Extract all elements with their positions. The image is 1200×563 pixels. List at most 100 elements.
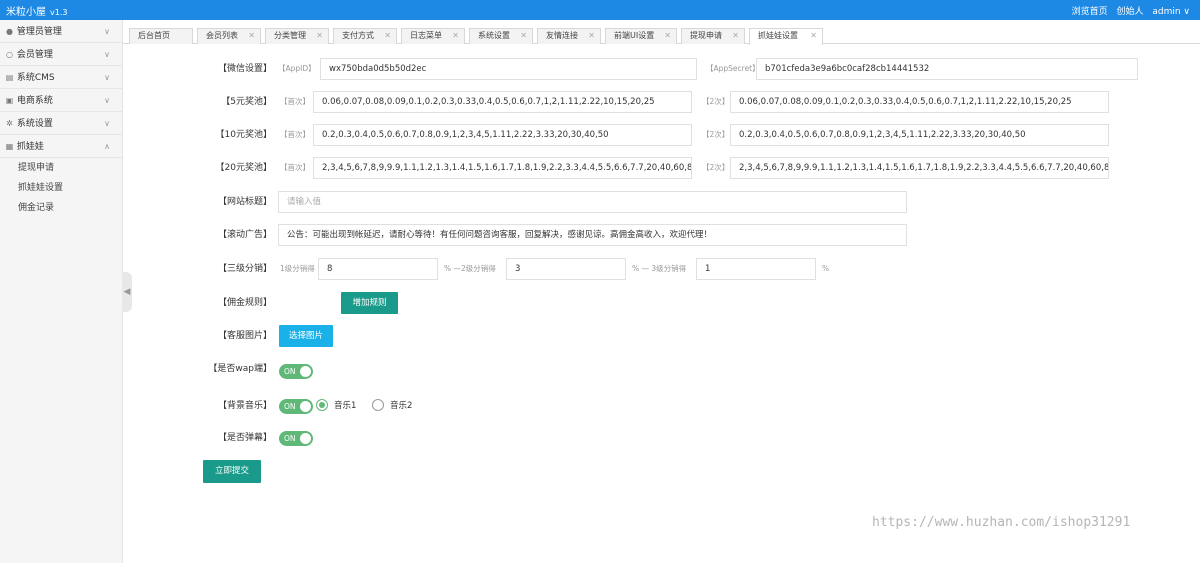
- pool5-second-input[interactable]: 0.06,0.07,0.08,0.09,0.1,0.2,0.3,0.33,0.4…: [730, 91, 1109, 113]
- appid-input[interactable]: wx750bda0d5b50d2ec: [320, 58, 697, 80]
- founder-link[interactable]: 创始人: [1116, 7, 1143, 17]
- music-toggle[interactable]: ON: [279, 399, 313, 414]
- tab-log-menu[interactable]: 日志菜单 ✕: [401, 28, 465, 44]
- level3-hint: % — 3级分销得: [632, 264, 687, 273]
- chevron-down-icon: ∨: [104, 50, 110, 59]
- submit-button[interactable]: 立即提交: [203, 460, 261, 483]
- watermark: https://www.huzhan.com/ishop31291: [872, 515, 1131, 530]
- pool10-second-input[interactable]: 0.2,0.3,0.4,0.5,0.6,0.7,0.8,0.9,1,2,3,4,…: [730, 124, 1109, 146]
- choose-image-button[interactable]: 选择图片: [279, 325, 333, 347]
- pool20-second-input[interactable]: 2,3,4,5,6,7,8,9,9.9,1.1,1.2,1.3,1.4,1.5,…: [730, 157, 1109, 179]
- wap-toggle[interactable]: ON: [279, 364, 313, 379]
- brand[interactable]: 米粒小屋 v1.3: [6, 3, 67, 18]
- level1-input[interactable]: 8: [318, 258, 438, 280]
- tab-category[interactable]: 分类管理 ✕: [265, 28, 329, 44]
- sidebar-item-members[interactable]: ○ 会员管理 ∨: [0, 43, 122, 66]
- sidebar-item-ecommerce[interactable]: ▣ 电商系统 ∨: [0, 89, 122, 112]
- pool20-first-input[interactable]: 2,3,4,5,6,7,8,9,9.9,1.1,1.2,1.3,1.4,1.5,…: [313, 157, 692, 179]
- pool5-first-tag: 【首次】: [280, 97, 310, 106]
- tab-home[interactable]: 后台首页: [129, 28, 193, 44]
- appsecret-input[interactable]: b701cfeda3e9a6bc0caf28cb14441532: [756, 58, 1138, 80]
- tab-payment[interactable]: 支付方式 ✕: [333, 28, 397, 44]
- level2-input[interactable]: 3: [506, 258, 626, 280]
- popup-label: 【是否弹幕】: [217, 433, 272, 443]
- sidebar-sub-withdraw[interactable]: 提现申请: [0, 158, 122, 178]
- close-icon[interactable]: ✕: [248, 29, 255, 43]
- sidebar-item-grab[interactable]: ▦ 抓娃娃 ∧: [0, 135, 122, 158]
- close-icon[interactable]: ✕: [664, 29, 671, 43]
- site-title-label: 【网站标题】: [217, 197, 272, 207]
- distribution-label: 【三级分销】: [217, 264, 272, 274]
- chevron-down-icon: ∨: [104, 96, 110, 105]
- tab-frontend-ui[interactable]: 前端UI设置 ✕: [605, 28, 677, 44]
- sidebar-sub-commission[interactable]: 佣金记录: [0, 198, 122, 218]
- scroll-ad-label: 【滚动广告】: [217, 230, 272, 240]
- wechat-label: 【微信设置】: [217, 64, 272, 74]
- toggle-knob: [300, 401, 311, 412]
- scroll-ad-input[interactable]: 公告：可能出现到帐延迟，请耐心等待！有任何问题咨询客服，回复解决，感谢见谅。高佣…: [278, 224, 907, 246]
- close-icon[interactable]: ✕: [588, 29, 595, 43]
- chevron-down-icon: ∨: [104, 73, 110, 82]
- pool20-label: 【20元奖池】: [215, 163, 272, 173]
- pool10-first-input[interactable]: 0.2,0.3,0.4,0.5,0.6,0.7,0.8,0.9,1,2,3,4,…: [313, 124, 692, 146]
- tab-grab-settings[interactable]: 抓娃娃设置 ✕: [749, 28, 823, 45]
- grab-icon: ▦: [5, 142, 14, 151]
- wap-label: 【是否wap端】: [208, 364, 272, 374]
- appsecret-tag: 【AppSecret】: [706, 64, 760, 73]
- shop-icon: ▣: [5, 96, 14, 105]
- sidebar-item-admin[interactable]: ● 管理员管理 ∨: [0, 20, 122, 43]
- pool10-second-tag: 【2次】: [702, 130, 730, 139]
- close-icon[interactable]: ✕: [810, 29, 817, 43]
- tab-member-list[interactable]: 会员列表 ✕: [197, 28, 261, 44]
- pool20-second-tag: 【2次】: [702, 163, 730, 172]
- member-icon: ○: [6, 50, 13, 59]
- level2-hint: % —2级分销得: [444, 264, 496, 273]
- user-icon: ●: [6, 27, 13, 36]
- cms-icon: ▤: [5, 73, 14, 82]
- add-rule-button[interactable]: 增加规则: [341, 292, 398, 314]
- level3-percent: %: [822, 264, 830, 273]
- level3-input[interactable]: 1: [696, 258, 816, 280]
- version-label: v1.3: [50, 8, 68, 17]
- close-icon[interactable]: ✕: [316, 29, 323, 43]
- close-icon[interactable]: ✕: [520, 29, 527, 43]
- tab-withdraw[interactable]: 提现申请 ✕: [681, 28, 745, 44]
- top-links: 浏览首页 创始人 admin ∨: [1066, 4, 1190, 17]
- site-title-input[interactable]: 请输入值: [278, 191, 907, 213]
- tab-friend-links[interactable]: 友情连接 ✕: [537, 28, 601, 44]
- sidebar-item-settings[interactable]: ✲ 系统设置 ∨: [0, 112, 122, 135]
- pool5-label: 【5元奖池】: [221, 97, 272, 107]
- close-icon[interactable]: ✕: [384, 29, 391, 43]
- close-icon[interactable]: ✕: [452, 29, 459, 43]
- top-bar: 米粒小屋 v1.3 浏览首页 创始人 admin ∨: [0, 0, 1200, 20]
- music2-radio[interactable]: [372, 399, 384, 411]
- sidebar-sub-grab-settings[interactable]: 抓娃娃设置: [0, 178, 122, 198]
- commission-label: 【佣金规则】: [217, 298, 272, 308]
- browse-home-link[interactable]: 浏览首页: [1072, 7, 1108, 17]
- chevron-down-icon: ∨: [104, 27, 110, 36]
- music-label: 【背景音乐】: [217, 401, 272, 411]
- close-icon[interactable]: ✕: [732, 29, 739, 43]
- toggle-knob: [300, 366, 311, 377]
- user-menu[interactable]: admin ∨: [1152, 7, 1190, 17]
- pool5-first-input[interactable]: 0.06,0.07,0.08,0.09,0.1,0.2,0.3,0.33,0.4…: [313, 91, 692, 113]
- chevron-left-icon: ◀: [123, 287, 131, 297]
- pool20-first-tag: 【首次】: [280, 163, 310, 172]
- chevron-up-icon: ∧: [104, 142, 110, 151]
- pool10-label: 【10元奖池】: [215, 130, 272, 140]
- toggle-knob: [300, 433, 311, 444]
- chevron-down-icon: ∨: [104, 119, 110, 128]
- tab-bar: 后台首页 会员列表 ✕ 分类管理 ✕ 支付方式 ✕ 日志菜单 ✕ 系统设置 ✕ 友情连接 ✕…: [123, 27, 1200, 45]
- sidebar-item-cms[interactable]: ▤ 系统CMS ∨: [0, 66, 122, 89]
- music1-label: 音乐1: [334, 401, 357, 411]
- tab-system-settings[interactable]: 系统设置 ✕: [469, 28, 533, 44]
- popup-toggle[interactable]: ON: [279, 431, 313, 446]
- sidebar: ● 管理员管理 ∨ ○ 会员管理 ∨ ▤ 系统CMS ∨ ▣ 电商系统 ∨ ✲ 系统设置…: [0, 20, 123, 563]
- service-image-label: 【客服图片】: [217, 331, 272, 341]
- music2-label: 音乐2: [390, 401, 413, 411]
- level1-hint: 1级分销得: [280, 264, 315, 273]
- music1-radio[interactable]: [316, 399, 328, 411]
- sidebar-collapse-handle[interactable]: ◀: [122, 272, 132, 312]
- appid-tag: 【AppID】: [278, 64, 316, 73]
- pool5-second-tag: 【2次】: [702, 97, 730, 106]
